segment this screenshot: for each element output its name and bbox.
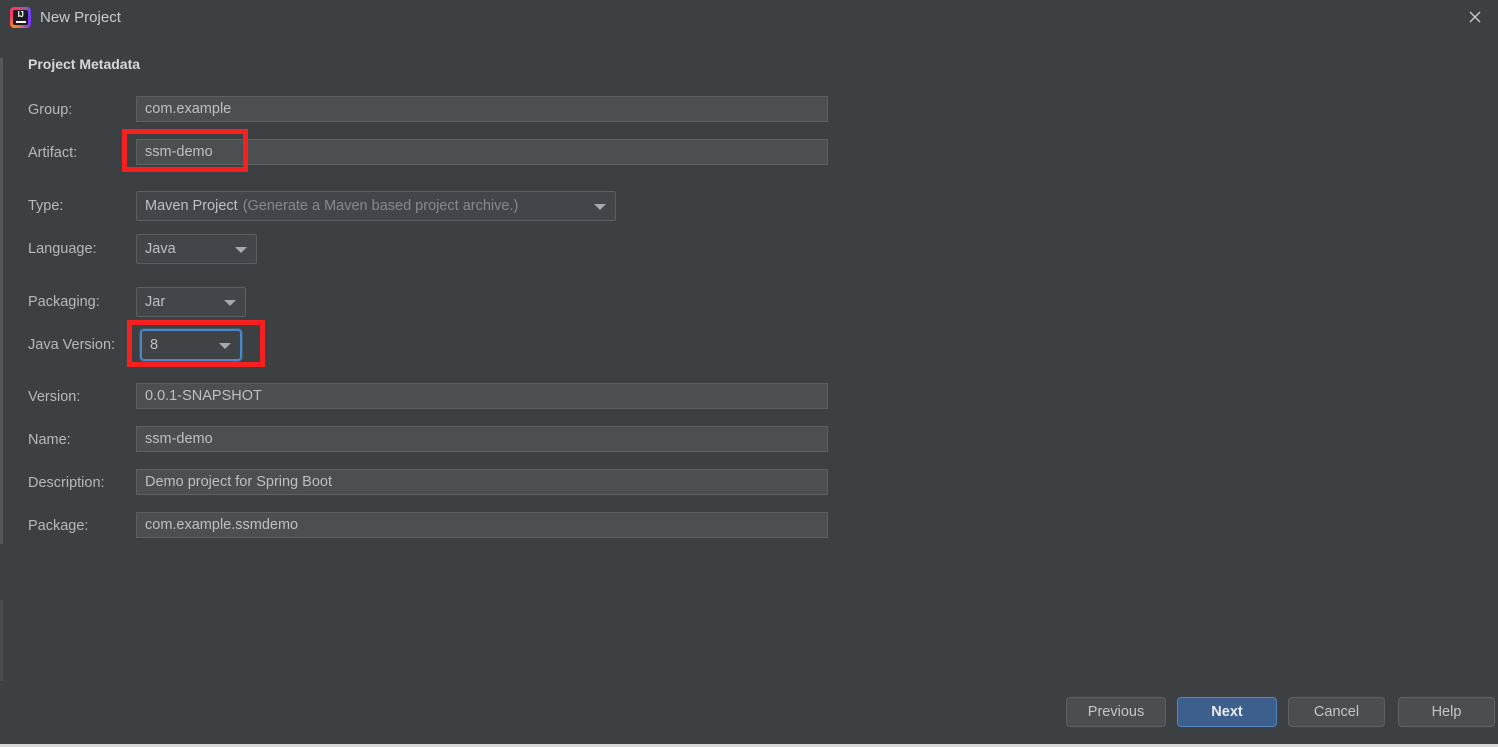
label-artifact: Artifact: [28, 145, 78, 161]
next-button[interactable]: Next [1177, 697, 1277, 727]
label-package: Package: [28, 518, 89, 534]
chevron-down-icon [224, 300, 236, 306]
package-field[interactable] [136, 512, 828, 538]
java-version-combo[interactable]: 8 [140, 329, 242, 361]
version-field[interactable] [136, 383, 828, 409]
title-bar: IJ New Project [0, 0, 1498, 36]
java-version-value: 8 [150, 337, 159, 353]
type-hint: (Generate a Maven based project archive.… [242, 198, 519, 214]
chevron-down-icon [235, 247, 247, 253]
help-button[interactable]: Help [1398, 697, 1495, 727]
language-combo[interactable]: Java [136, 234, 257, 264]
logo-letters: IJ [17, 10, 24, 19]
dialog-button-bar: Previous Next Cancel Help [0, 681, 1498, 747]
type-value: Maven Project [145, 198, 238, 214]
chevron-down-icon [594, 204, 606, 210]
label-language: Language: [28, 241, 97, 257]
label-type: Type: [28, 198, 64, 214]
packaging-combo[interactable]: Jar [136, 287, 246, 317]
label-group: Group: [28, 102, 73, 118]
label-packaging: Packaging: [28, 294, 100, 310]
window-title: New Project [40, 9, 121, 26]
artifact-field[interactable] [136, 139, 828, 165]
cancel-button[interactable]: Cancel [1288, 697, 1385, 727]
intellij-idea-logo-icon: IJ [10, 7, 31, 28]
label-java-version: Java Version: [28, 337, 116, 353]
type-combo[interactable]: Maven Project (Generate a Maven based pr… [136, 191, 616, 221]
group-field[interactable] [136, 96, 828, 122]
language-value: Java [145, 241, 176, 257]
close-icon[interactable] [1452, 0, 1498, 34]
chevron-down-icon [219, 343, 231, 349]
page-title: Project Metadata [28, 56, 141, 72]
previous-button[interactable]: Previous [1066, 697, 1166, 727]
project-metadata-panel: Project Metadata Group: Artifact: Type: … [0, 36, 1498, 681]
label-description: Description: [28, 475, 105, 491]
name-field[interactable] [136, 426, 828, 452]
description-field[interactable] [136, 469, 828, 495]
label-name: Name: [28, 432, 71, 448]
packaging-value: Jar [145, 294, 166, 310]
label-version: Version: [28, 389, 81, 405]
